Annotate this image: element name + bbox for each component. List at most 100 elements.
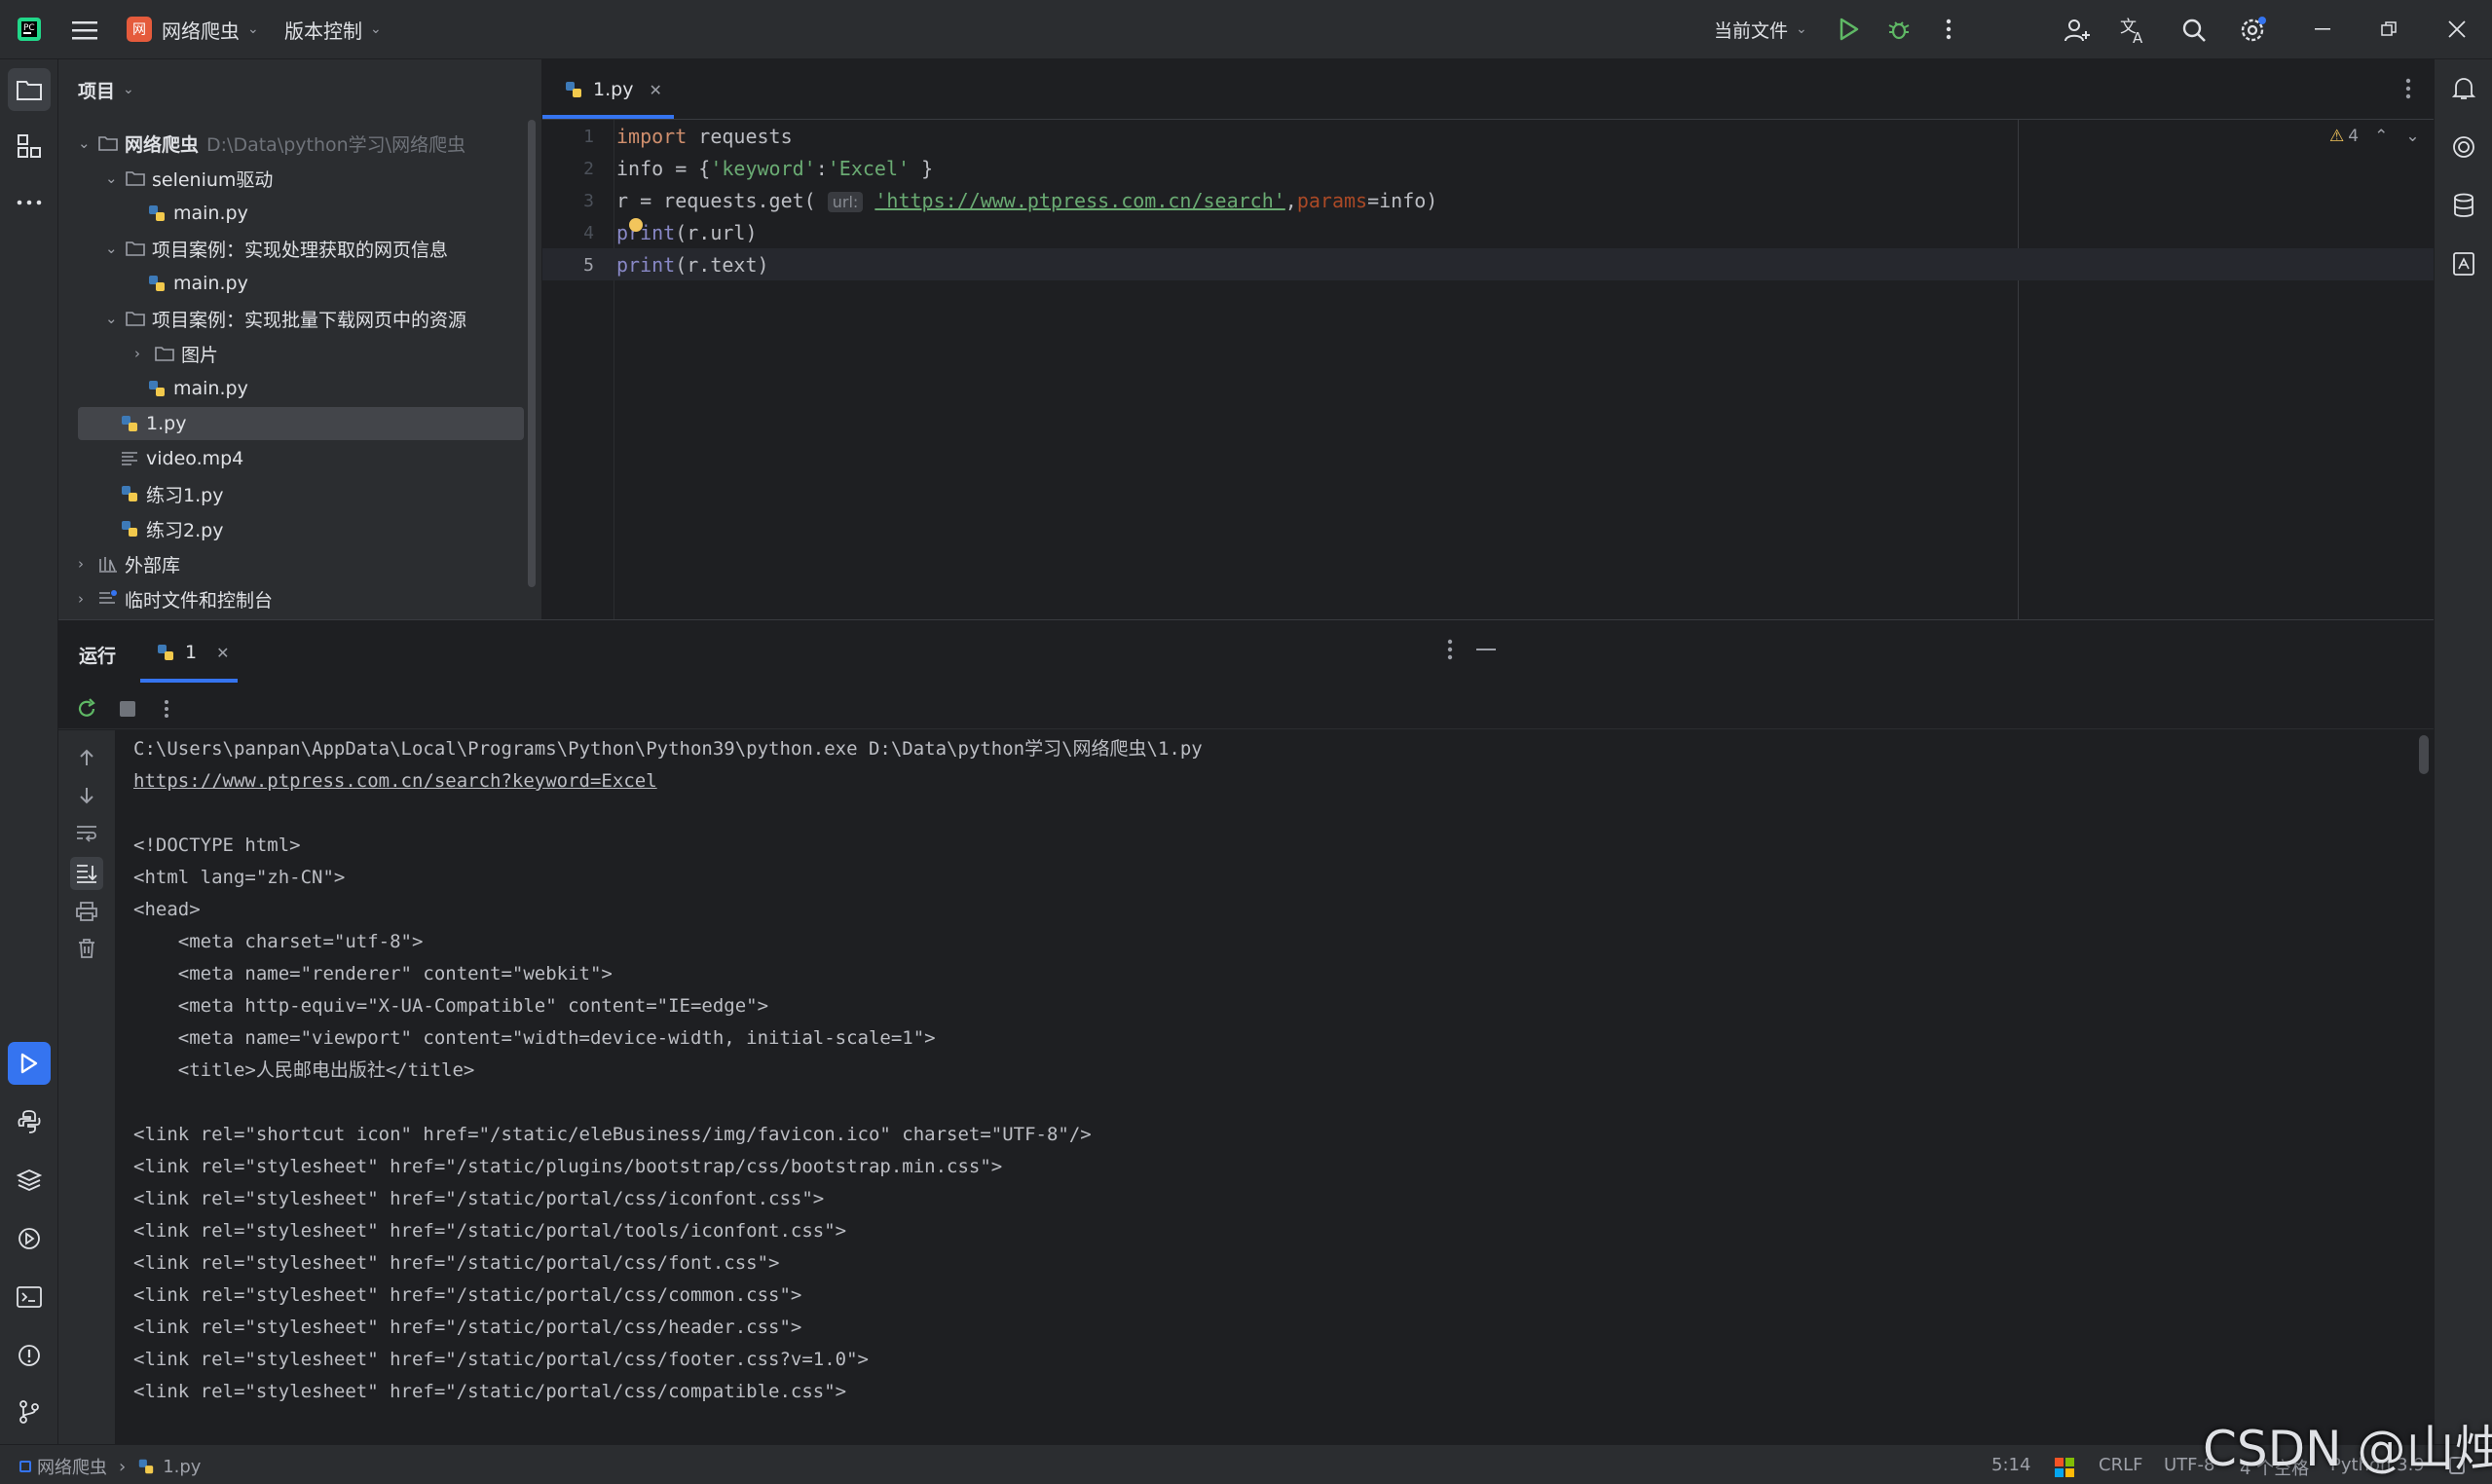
chevron-up-icon[interactable]: ⌃ [2374,127,2388,146]
minimize-icon[interactable] [2308,15,2337,44]
sciview-icon[interactable] [2442,242,2485,285]
terminal-icon[interactable] [8,1276,51,1318]
more-actions-icon[interactable] [1934,15,1963,44]
breadcrumb-project[interactable]: 网络爬虫 [37,1454,107,1479]
run-tool-icon[interactable] [8,1042,51,1085]
vcs-widget[interactable]: 版本控制 ⌄ [284,14,391,45]
tree-item-external-libs[interactable]: › 外部库 [78,547,180,580]
tree-item-folder[interactable]: ⌄ 项目案例：实现批量下载网页中的资源 [105,302,466,335]
output-scrollbar[interactable] [2419,735,2429,774]
console-line: <link rel="stylesheet" href="/static/por… [133,1188,825,1209]
close-window-icon[interactable] [2442,15,2472,44]
tree-item-file[interactable]: main.py [146,372,248,405]
tree-item-label: 练习1.py [146,484,224,506]
structure-tool-icon[interactable] [8,125,51,167]
tree-item-label: 项目案例：实现批量下载网页中的资源 [152,309,467,331]
code-line[interactable]: import requests [616,121,793,153]
tab-more-icon[interactable] [2395,75,2422,102]
tree-item-label: 练习2.py [146,519,224,541]
tree-item-file[interactable]: 练习2.py [119,512,223,545]
tree-item-file[interactable]: main.py [146,197,248,230]
project-widget[interactable]: 网 网络爬虫 ⌄ [127,14,263,45]
module-icon [19,1461,31,1472]
soft-wrap-icon[interactable] [72,819,101,848]
caret-position[interactable]: 5:14 [1991,1455,2030,1475]
tree-item-file-selected[interactable]: 1.py [119,407,186,440]
notifications-icon[interactable] [2442,67,2485,110]
settings-icon[interactable] [2236,14,2269,47]
chevron-right-icon: › [78,555,84,573]
breadcrumb-file[interactable]: 1.py [163,1457,201,1477]
restore-icon[interactable] [2374,15,2403,44]
tree-item-scratches[interactable]: › 临时文件和控制台 [78,582,273,615]
editor-tab-bar: 1.py ✕ [542,59,2434,120]
scrollbar[interactable] [528,120,536,587]
project-panel-header[interactable]: 项目 ⌄ [78,75,134,104]
code-param: params [1296,189,1368,212]
print-icon[interactable] [72,897,101,926]
chevron-down-icon[interactable]: ⌄ [2405,127,2419,146]
scroll-to-end-icon[interactable] [70,857,103,890]
python-file-icon [146,203,167,224]
stop-icon[interactable] [113,694,142,723]
folder-icon [125,238,146,259]
editor-tab[interactable]: 1.py ✕ [564,73,662,106]
add-user-icon[interactable] [2062,15,2093,46]
run-panel-more-icon[interactable] [1436,636,1464,663]
debug-icon[interactable] [1884,15,1914,44]
console-line: <link rel="stylesheet" href="/static/por… [133,1317,802,1338]
tree-item-folder[interactable]: ⌄ selenium驱动 [105,162,273,195]
intention-bulb-icon[interactable] [629,218,643,232]
run-config-selector[interactable]: 当前文件 ⌄ [1714,14,1815,45]
tree-item-file[interactable]: 练习1.py [119,477,223,510]
code-line[interactable]: r = requests.get( url: 'https://www.ptpr… [616,185,1437,217]
git-icon[interactable] [8,1391,51,1433]
python-file-icon [119,483,140,504]
tree-item-root[interactable]: ⌄ 网络爬虫 D:\Data\python学习\网络爬虫 [78,127,465,160]
run-toolbar-more-icon[interactable] [152,694,181,723]
tree-item-folder[interactable]: ⌄ 项目案例：实现处理获取的网页信息 [105,232,448,265]
run-tab[interactable]: 1 ✕ [156,636,230,669]
code-line[interactable]: print(r.text) [616,249,769,281]
console-line: <link rel="stylesheet" href="/static/plu… [133,1156,1003,1177]
tree-item-file[interactable]: main.py [146,267,248,300]
warnings-indicator[interactable]: ⚠ 4 ⌃ ⌄ [2329,127,2420,146]
close-tab-icon[interactable]: ✕ [216,644,229,662]
right-margin-guide [2018,120,2019,619]
console-line: <link rel="stylesheet" href="/static/por… [133,1284,802,1306]
console-link[interactable]: https://www.ptpress.com.cn/search?keywor… [133,765,657,798]
tree-item-file[interactable]: video.mp4 [119,442,243,475]
console-line: <head> [133,899,201,920]
rerun-icon[interactable] [72,694,101,723]
search-icon[interactable] [2178,15,2210,46]
services-icon[interactable] [8,1217,51,1260]
translate-icon[interactable]: 文A [2119,15,2150,46]
scroll-up-icon[interactable] [72,743,101,772]
tree-item-folder[interactable]: › 图片 [134,337,218,370]
breadcrumb: 网络爬虫 › 1.py [19,1454,201,1479]
tree-item-label: main.py [173,273,248,294]
clear-icon[interactable] [72,934,101,963]
line-separator[interactable]: CRLF [2099,1455,2142,1475]
python-packages-icon[interactable] [8,1159,51,1202]
database-icon[interactable] [2442,184,2485,227]
tree-item-label: 图片 [181,344,219,366]
more-tools-icon[interactable] [8,181,51,224]
code-line[interactable]: info = {'keyword':'Excel' } [616,153,933,185]
python-console-icon[interactable] [8,1100,51,1143]
scroll-down-icon[interactable] [72,781,101,810]
ai-assistant-icon[interactable] [2442,126,2485,168]
main-menu-icon[interactable] [70,16,99,45]
code-text: info = { [616,157,711,180]
tree-item-label: 网络爬虫 [125,133,200,156]
console-line: <meta name="viewport" content="width=dev… [133,1027,936,1049]
hide-panel-icon[interactable] [1472,636,1500,663]
editor-area[interactable] [542,59,2434,619]
run-panel-title: 运行 [79,646,117,667]
tree-item-label: 外部库 [125,554,181,576]
close-tab-icon[interactable]: ✕ [649,81,661,99]
problems-icon[interactable] [8,1334,51,1377]
code-text: (r.url) [675,221,758,244]
run-icon[interactable] [1835,15,1864,44]
project-tool-icon[interactable] [8,68,51,111]
